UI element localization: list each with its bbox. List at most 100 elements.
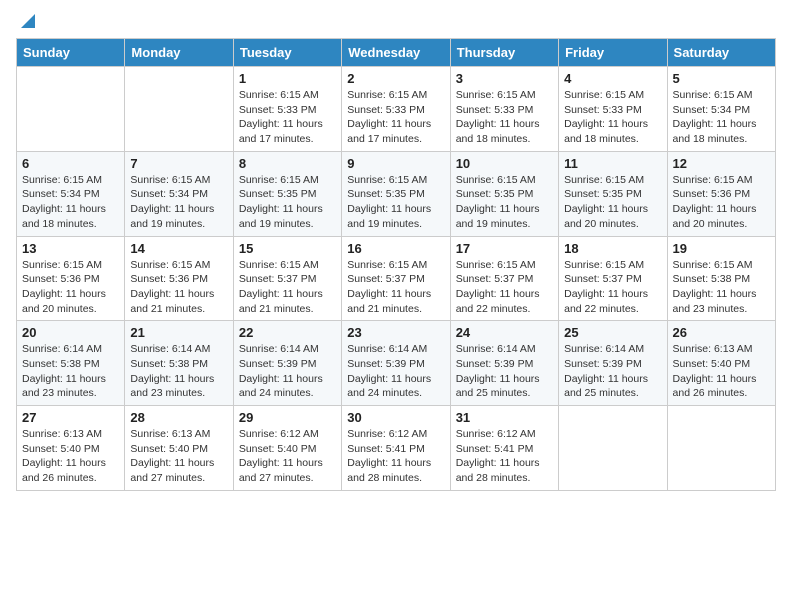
day-info: Sunrise: 6:15 AM Sunset: 5:34 PM Dayligh… (673, 88, 770, 147)
day-info: Sunrise: 6:15 AM Sunset: 5:35 PM Dayligh… (456, 173, 553, 232)
day-number: 20 (22, 325, 119, 340)
calendar-cell: 12 Sunrise: 6:15 AM Sunset: 5:36 PM Dayli… (667, 151, 775, 236)
header-sunday: Sunday (17, 39, 125, 67)
day-info: Sunrise: 6:15 AM Sunset: 5:37 PM Dayligh… (456, 258, 553, 317)
day-info: Sunrise: 6:15 AM Sunset: 5:33 PM Dayligh… (239, 88, 336, 147)
day-info: Sunrise: 6:15 AM Sunset: 5:36 PM Dayligh… (673, 173, 770, 232)
calendar-cell: 7Sunrise: 6:15 AM Sunset: 5:34 PM Daylig… (125, 151, 233, 236)
day-number: 30 (347, 410, 444, 425)
day-number: 26 (673, 325, 770, 340)
day-info: Sunrise: 6:15 AM Sunset: 5:33 PM Dayligh… (347, 88, 444, 147)
header-saturday: Saturday (667, 39, 775, 67)
day-number: 7 (130, 156, 227, 171)
day-number: 4 (564, 71, 661, 86)
calendar-cell: 3Sunrise: 6:15 AM Sunset: 5:33 PM Daylig… (450, 67, 558, 152)
calendar-cell: 15Sunrise: 6:15 AM Sunset: 5:37 PM Dayli… (233, 236, 341, 321)
day-info: Sunrise: 6:13 AM Sunset: 5:40 PM Dayligh… (673, 342, 770, 401)
day-info: Sunrise: 6:12 AM Sunset: 5:41 PM Dayligh… (456, 427, 553, 486)
calendar-cell (667, 406, 775, 491)
day-number: 18 (564, 241, 661, 256)
calendar-cell: 26 Sunrise: 6:13 AM Sunset: 5:40 PM Dayli… (667, 321, 775, 406)
calendar-header-row: SundayMondayTuesdayWednesdayThursdayFrid… (17, 39, 776, 67)
day-info: Sunrise: 6:15 AM Sunset: 5:35 PM Dayligh… (564, 173, 661, 232)
day-number: 12 (673, 156, 770, 171)
day-number: 17 (456, 241, 553, 256)
day-info: Sunrise: 6:15 AM Sunset: 5:38 PM Dayligh… (673, 258, 770, 317)
calendar-cell: 31 Sunrise: 6:12 AM Sunset: 5:41 PM Dayli… (450, 406, 558, 491)
calendar-cell: 5 Sunrise: 6:15 AM Sunset: 5:34 PM Daylig… (667, 67, 775, 152)
day-info: Sunrise: 6:12 AM Sunset: 5:41 PM Dayligh… (347, 427, 444, 486)
day-info: Sunrise: 6:15 AM Sunset: 5:35 PM Dayligh… (239, 173, 336, 232)
day-number: 28 (130, 410, 227, 425)
day-number: 8 (239, 156, 336, 171)
logo-triangle-icon (17, 12, 35, 30)
calendar-cell: 1Sunrise: 6:15 AM Sunset: 5:33 PM Daylig… (233, 67, 341, 152)
day-info: Sunrise: 6:15 AM Sunset: 5:36 PM Dayligh… (22, 258, 119, 317)
calendar-cell: 13 Sunrise: 6:15 AM Sunset: 5:36 PM Dayli… (17, 236, 125, 321)
day-info: Sunrise: 6:15 AM Sunset: 5:36 PM Dayligh… (130, 258, 227, 317)
day-info: Sunrise: 6:14 AM Sunset: 5:39 PM Dayligh… (347, 342, 444, 401)
calendar-cell: 23 Sunrise: 6:14 AM Sunset: 5:39 PM Dayli… (342, 321, 450, 406)
calendar-cell: 19 Sunrise: 6:15 AM Sunset: 5:38 PM Dayli… (667, 236, 775, 321)
day-number: 6 (22, 156, 119, 171)
day-info: Sunrise: 6:15 AM Sunset: 5:37 PM Dayligh… (239, 258, 336, 317)
day-number: 25 (564, 325, 661, 340)
day-info: Sunrise: 6:15 AM Sunset: 5:35 PM Dayligh… (347, 173, 444, 232)
calendar-cell: 14 Sunrise: 6:15 AM Sunset: 5:36 PM Dayli… (125, 236, 233, 321)
day-number: 24 (456, 325, 553, 340)
logo (16, 16, 35, 30)
header-monday: Monday (125, 39, 233, 67)
day-info: Sunrise: 6:15 AM Sunset: 5:33 PM Dayligh… (456, 88, 553, 147)
calendar-cell: 11 Sunrise: 6:15 AM Sunset: 5:35 PM Dayli… (559, 151, 667, 236)
day-number: 27 (22, 410, 119, 425)
day-number: 19 (673, 241, 770, 256)
day-number: 5 (673, 71, 770, 86)
calendar-week-1: 1Sunrise: 6:15 AM Sunset: 5:33 PM Daylig… (17, 67, 776, 152)
day-info: Sunrise: 6:14 AM Sunset: 5:38 PM Dayligh… (130, 342, 227, 401)
day-number: 2 (347, 71, 444, 86)
day-number: 31 (456, 410, 553, 425)
calendar-cell: 10 Sunrise: 6:15 AM Sunset: 5:35 PM Dayli… (450, 151, 558, 236)
header-wednesday: Wednesday (342, 39, 450, 67)
day-number: 10 (456, 156, 553, 171)
header-friday: Friday (559, 39, 667, 67)
calendar-cell: 28Sunrise: 6:13 AM Sunset: 5:40 PM Dayli… (125, 406, 233, 491)
calendar-cell (17, 67, 125, 152)
day-info: Sunrise: 6:14 AM Sunset: 5:38 PM Dayligh… (22, 342, 119, 401)
day-number: 13 (22, 241, 119, 256)
header-tuesday: Tuesday (233, 39, 341, 67)
calendar-week-3: 13 Sunrise: 6:15 AM Sunset: 5:36 PM Dayli… (17, 236, 776, 321)
day-number: 11 (564, 156, 661, 171)
day-info: Sunrise: 6:14 AM Sunset: 5:39 PM Dayligh… (239, 342, 336, 401)
day-number: 23 (347, 325, 444, 340)
calendar-cell (559, 406, 667, 491)
calendar-cell: 2 Sunrise: 6:15 AM Sunset: 5:33 PM Daylig… (342, 67, 450, 152)
calendar-cell: 6 Sunrise: 6:15 AM Sunset: 5:34 PM Daylig… (17, 151, 125, 236)
calendar-cell: 9Sunrise: 6:15 AM Sunset: 5:35 PM Daylig… (342, 151, 450, 236)
calendar-cell (125, 67, 233, 152)
day-info: Sunrise: 6:15 AM Sunset: 5:34 PM Dayligh… (22, 173, 119, 232)
calendar-cell: 27 Sunrise: 6:13 AM Sunset: 5:40 PM Dayli… (17, 406, 125, 491)
calendar-cell: 18 Sunrise: 6:15 AM Sunset: 5:37 PM Dayli… (559, 236, 667, 321)
day-info: Sunrise: 6:15 AM Sunset: 5:37 PM Dayligh… (564, 258, 661, 317)
day-number: 22 (239, 325, 336, 340)
day-info: Sunrise: 6:14 AM Sunset: 5:39 PM Dayligh… (456, 342, 553, 401)
day-number: 14 (130, 241, 227, 256)
calendar-cell: 16 Sunrise: 6:15 AM Sunset: 5:37 PM Dayli… (342, 236, 450, 321)
page-header (16, 16, 776, 30)
calendar-table: SundayMondayTuesdayWednesdayThursdayFrid… (16, 38, 776, 491)
day-info: Sunrise: 6:15 AM Sunset: 5:33 PM Dayligh… (564, 88, 661, 147)
calendar-cell: 4 Sunrise: 6:15 AM Sunset: 5:33 PM Daylig… (559, 67, 667, 152)
calendar-cell: 24 Sunrise: 6:14 AM Sunset: 5:39 PM Dayli… (450, 321, 558, 406)
calendar-cell: 21 Sunrise: 6:14 AM Sunset: 5:38 PM Dayli… (125, 321, 233, 406)
calendar-cell: 22 Sunrise: 6:14 AM Sunset: 5:39 PM Dayli… (233, 321, 341, 406)
calendar-cell: 29Sunrise: 6:12 AM Sunset: 5:40 PM Dayli… (233, 406, 341, 491)
day-info: Sunrise: 6:12 AM Sunset: 5:40 PM Dayligh… (239, 427, 336, 486)
day-number: 16 (347, 241, 444, 256)
calendar-cell: 20 Sunrise: 6:14 AM Sunset: 5:38 PM Dayli… (17, 321, 125, 406)
calendar-cell: 30 Sunrise: 6:12 AM Sunset: 5:41 PM Dayli… (342, 406, 450, 491)
day-info: Sunrise: 6:15 AM Sunset: 5:37 PM Dayligh… (347, 258, 444, 317)
calendar-cell: 25Sunrise: 6:14 AM Sunset: 5:39 PM Dayli… (559, 321, 667, 406)
day-number: 21 (130, 325, 227, 340)
day-info: Sunrise: 6:13 AM Sunset: 5:40 PM Dayligh… (22, 427, 119, 486)
